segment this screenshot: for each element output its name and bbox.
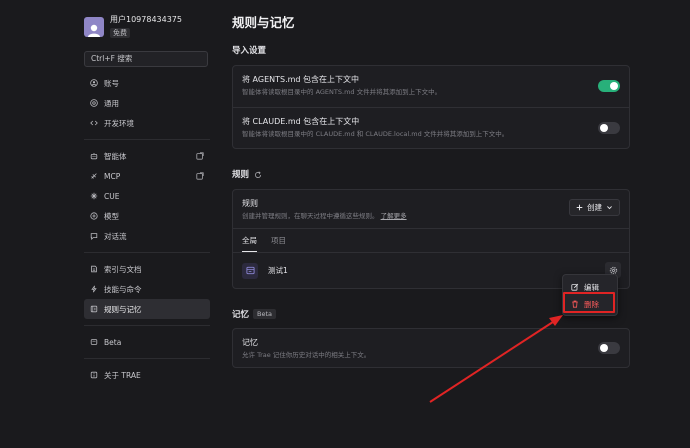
learn-more-link[interactable]: 了解更多 [381, 212, 407, 220]
sidebar-item-label: 通用 [104, 98, 119, 108]
memory-section-title: 记忆 [232, 310, 250, 320]
user-circle-icon [90, 79, 98, 87]
tab-global[interactable]: 全局 [242, 235, 257, 252]
sidebar-item-skills[interactable]: 技能与命令 [84, 279, 210, 299]
rules-card-desc: 创建并管理规则，在聊天过程中遵循这些规则。 了解更多 [242, 211, 620, 221]
sidebar-item-beta[interactable]: Beta [84, 332, 210, 352]
claude-md-desc: 智能体将读取根目录中的 CLAUDE.md 和 CLAUDE.local.md … [242, 130, 509, 138]
sidebar-item-mcp[interactable]: MCP [84, 166, 210, 186]
sidebar-item-label: 关于 TRAE [104, 370, 141, 380]
rules-header-row: 规则 创建并管理规则，在聊天过程中遵循这些规则。 了解更多 创建 [233, 190, 629, 228]
profile[interactable]: 用户10978434375 免费 [84, 14, 210, 44]
external-link-icon[interactable] [196, 152, 204, 160]
beta-badge: Beta [253, 309, 277, 319]
divider [84, 325, 210, 326]
memory-row-desc: 允许 Trae 记住你历史对话中的相关上下文。 [242, 351, 371, 359]
toggle-knob [600, 124, 608, 132]
plan-badge: 免费 [110, 28, 130, 38]
sidebar-item-agents[interactable]: 智能体 [84, 146, 210, 166]
sidebar-item-rules-memory[interactable]: 规则与记忆 [84, 299, 210, 319]
avatar [84, 17, 104, 37]
skill-icon [90, 285, 98, 293]
sidebar-item-label: 规则与记忆 [104, 304, 142, 314]
sidebar-item-label: 索引与文档 [104, 264, 142, 274]
mcp-icon [90, 172, 98, 180]
sidebar-item-label: Beta [104, 337, 122, 347]
sidebar-item-account[interactable]: 账号 [84, 73, 210, 93]
memory-row: 记忆 允许 Trae 记住你历史对话中的相关上下文。 [233, 329, 629, 367]
external-link-icon[interactable] [196, 172, 204, 180]
rules-section-title: 规则 [232, 170, 250, 180]
menu-item-label: 编辑 [584, 282, 599, 292]
sidebar-nav: 账号 通用 开发环境 智能体 MCP CUE 模型 对话流 索引与文档 技能与命… [84, 73, 210, 385]
beta-icon [90, 338, 98, 346]
sidebar-item-label: MCP [104, 171, 121, 181]
agents-md-row: 将 AGENTS.md 包含在上下文中 智能体将读取根目录中的 AGENTS.m… [233, 66, 629, 107]
agents-md-toggle[interactable] [598, 80, 620, 92]
sidebar: 用户10978434375 免费 Ctrl+F 搜索 账号 通用 开发环境 智能… [84, 14, 210, 385]
sidebar-item-models[interactable]: 模型 [84, 206, 210, 226]
memory-card: 记忆 允许 Trae 记住你历史对话中的相关上下文。 [232, 328, 630, 368]
sidebar-item-label: 技能与命令 [104, 284, 142, 294]
create-label: 创建 [587, 203, 602, 212]
sidebar-item-label: 账号 [104, 78, 119, 88]
page-title: 规则与记忆 [232, 15, 295, 30]
cue-icon [90, 192, 98, 200]
edit-icon [571, 283, 579, 291]
username: 用户10978434375 [110, 15, 182, 24]
chat-flow-icon [90, 232, 98, 240]
divider [84, 139, 210, 140]
rules-desc-text: 创建并管理规则，在聊天过程中遵循这些规则。 [242, 212, 379, 220]
divider [84, 358, 210, 359]
chevron-down-icon [606, 204, 613, 211]
sidebar-item-dev-env[interactable]: 开发环境 [84, 113, 210, 133]
rules-card-title: 规则 [242, 199, 258, 208]
create-rule-button[interactable]: 创建 [569, 199, 620, 216]
code-icon [90, 119, 98, 127]
toggle-knob [600, 344, 608, 352]
rule-name: 测试1 [268, 266, 288, 275]
model-icon [90, 212, 98, 220]
divider [84, 252, 210, 253]
rules-section-header: 规则 [232, 169, 630, 181]
rules-tabs: 全局 项目 [233, 228, 629, 252]
sidebar-item-about[interactable]: 关于 TRAE [84, 365, 210, 385]
memory-toggle[interactable] [598, 342, 620, 354]
sidebar-item-label: 开发环境 [104, 118, 134, 128]
memory-row-title: 记忆 [242, 338, 258, 347]
sidebar-item-label: CUE [104, 191, 120, 201]
agents-md-title: 将 AGENTS.md 包含在上下文中 [242, 75, 360, 84]
annotation-highlight-box [563, 292, 615, 313]
sidebar-item-label: 模型 [104, 211, 119, 221]
toggle-knob [610, 82, 618, 90]
sidebar-item-general[interactable]: 通用 [84, 93, 210, 113]
rules-icon [90, 305, 98, 313]
sidebar-item-cue[interactable]: CUE [84, 186, 210, 206]
settings-icon [90, 99, 98, 107]
rule-file-icon [242, 262, 258, 279]
agents-md-desc: 智能体将读取根目录中的 AGENTS.md 文件并将其添加到上下文中。 [242, 88, 442, 96]
tab-project[interactable]: 项目 [271, 235, 286, 252]
claude-md-title: 将 CLAUDE.md 包含在上下文中 [242, 117, 360, 126]
sidebar-item-label: 对话流 [104, 231, 127, 241]
index-icon [90, 265, 98, 273]
claude-md-row: 将 CLAUDE.md 包含在上下文中 智能体将读取根目录中的 CLAUDE.m… [233, 107, 629, 148]
sidebar-item-index-docs[interactable]: 索引与文档 [84, 259, 210, 279]
import-section-title: 导入设置 [232, 46, 267, 56]
refresh-icon[interactable] [254, 171, 262, 179]
import-settings-card: 将 AGENTS.md 包含在上下文中 智能体将读取根目录中的 AGENTS.m… [232, 65, 630, 149]
claude-md-toggle[interactable] [598, 122, 620, 134]
plus-icon [576, 204, 583, 211]
agent-icon [90, 152, 98, 160]
info-icon [90, 371, 98, 379]
sidebar-item-chat-flow[interactable]: 对话流 [84, 226, 210, 246]
sidebar-item-label: 智能体 [104, 151, 127, 161]
search-input[interactable]: Ctrl+F 搜索 [84, 51, 208, 67]
